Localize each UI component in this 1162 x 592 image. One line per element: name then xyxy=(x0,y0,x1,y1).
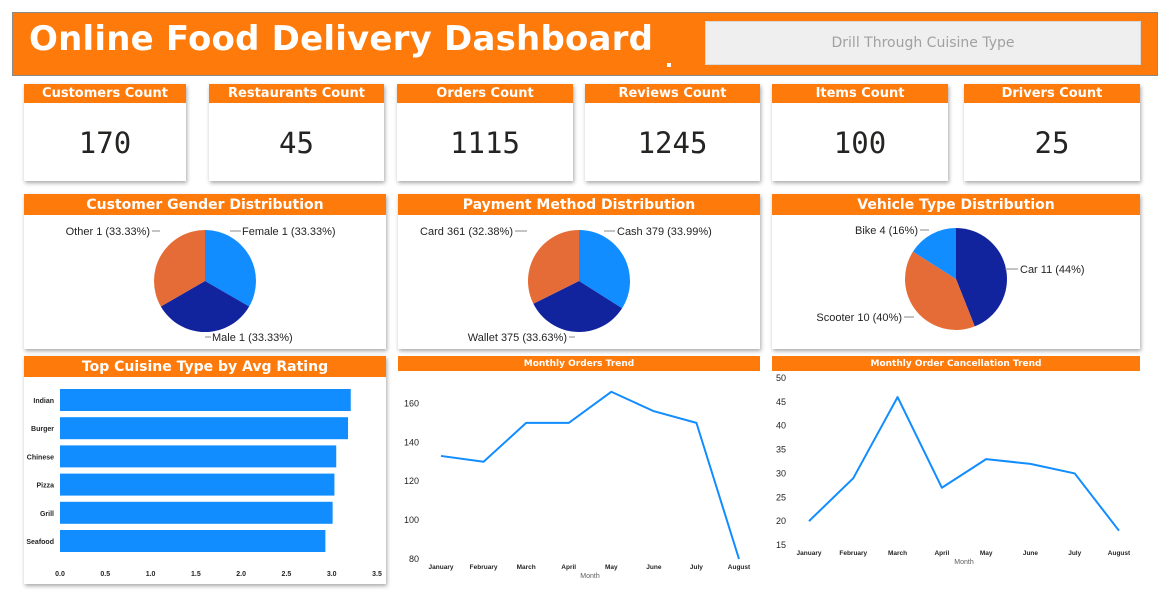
bar-category-label: Grill xyxy=(40,511,54,518)
x-tick-label: July xyxy=(690,564,703,571)
bar-category-label: Pizza xyxy=(36,483,54,490)
kpi-card-orders[interactable]: Orders Count 1115 xyxy=(397,84,573,181)
drill-through-button[interactable]: Drill Through Cuisine Type xyxy=(705,21,1141,65)
bar-chart-svg: Indian Burger Chinese Pizza Grill Seafood 0.0 0… xyxy=(26,389,382,578)
x-tick-label: 0.5 xyxy=(100,571,110,578)
dashboard-root: Online Food Delivery Dashboard Drill Thr… xyxy=(0,0,1162,592)
bar-category-label: Seafood xyxy=(26,539,54,546)
bar-category-label: Indian xyxy=(33,398,54,405)
y-tick-label: 80 xyxy=(409,554,419,564)
y-tick-label: 120 xyxy=(404,476,419,486)
y-tick-label: 25 xyxy=(776,492,786,502)
x-tick-label: 1.5 xyxy=(191,571,201,578)
x-axis-title: Month xyxy=(580,573,600,580)
y-tick-label: 15 xyxy=(776,540,786,550)
x-tick-label: 1.0 xyxy=(146,571,156,578)
y-tick-label: 20 xyxy=(776,516,786,526)
bar-category-label: Burger xyxy=(31,426,54,433)
pie-data-label: Male 1 (33.33%) xyxy=(212,332,293,344)
kpi-value: 170 xyxy=(78,126,132,160)
kpi-label: Items Count xyxy=(772,84,948,103)
cancellation-trend-chart[interactable]: Monthly Order Cancellation Trend 15 20 25 3… xyxy=(772,356,1140,584)
kpi-value: 45 xyxy=(279,126,314,160)
kpi-value: 1245 xyxy=(637,126,708,160)
kpi-card-drivers[interactable]: Drivers Count 25 xyxy=(964,84,1140,181)
pie-data-label: Scooter 10 (40%) xyxy=(816,312,902,324)
kpi-label: Orders Count xyxy=(397,84,573,103)
kpi-label: Reviews Count xyxy=(585,84,760,103)
x-tick-label: 3.0 xyxy=(327,571,337,578)
line-chart-svg: 15 20 25 30 35 40 45 50 January February March Apri… xyxy=(776,373,1131,566)
kpi-value: 1115 xyxy=(450,126,520,160)
x-tick-label: June xyxy=(646,564,662,571)
x-tick-label: January xyxy=(429,564,454,571)
vehicle-distribution-chart[interactable]: Vehicle Type Distribution Car 11 (44%) Sc… xyxy=(772,194,1140,349)
x-tick-label: August xyxy=(1108,550,1131,557)
x-tick-label: March xyxy=(517,564,536,571)
pie-data-label: Cash 379 (33.99%) xyxy=(617,226,712,238)
x-axis-title: Month xyxy=(954,559,974,566)
x-tick-label: 3.5 xyxy=(372,571,382,578)
kpi-value: 25 xyxy=(1034,126,1070,160)
kpi-card-customers[interactable]: Customers Count 170 xyxy=(24,84,186,181)
orders-trend-chart[interactable]: Monthly Orders Trend 80 100 120 140 160 Janua… xyxy=(398,356,760,584)
series-line xyxy=(808,396,1120,532)
header-banner: Online Food Delivery Dashboard Drill Thr… xyxy=(12,12,1158,76)
kpi-label: Drivers Count xyxy=(964,84,1140,103)
pie-data-label: Car 11 (44%) xyxy=(1020,264,1085,276)
pie-chart-svg: Cash 379 (33.99%) Wallet 375 (33.63%) Card… xyxy=(420,226,712,344)
kpi-card-items[interactable]: Items Count 100 xyxy=(772,84,948,181)
cuisine-rating-chart[interactable]: Top Cuisine Type by Avg Rating Indian Bur… xyxy=(24,356,386,584)
x-tick-label: 2.5 xyxy=(282,571,292,578)
pie-data-label: Bike 4 (16%) xyxy=(855,225,918,237)
kpi-card-reviews[interactable]: Reviews Count 1245 xyxy=(585,84,760,181)
pie-data-label: Wallet 375 (33.63%) xyxy=(468,332,567,344)
pie-data-label: Other 1 (33.33%) xyxy=(66,226,150,238)
bar-grill xyxy=(60,501,333,524)
x-tick-label: February xyxy=(839,550,867,557)
y-tick-label: 160 xyxy=(404,398,419,408)
x-tick-label: February xyxy=(470,564,498,571)
x-tick-label: June xyxy=(1023,550,1039,557)
page-title: Online Food Delivery Dashboard xyxy=(29,19,654,59)
pie-data-label: Card 361 (32.38%) xyxy=(420,226,513,238)
kpi-label: Restaurants Count xyxy=(209,84,384,103)
y-tick-label: 140 xyxy=(404,437,419,447)
bar-burger xyxy=(60,417,349,440)
kpi-card-restaurants[interactable]: Restaurants Count 45 xyxy=(209,84,384,181)
x-tick-label: March xyxy=(888,550,907,557)
x-tick-label: May xyxy=(980,550,993,557)
pie-chart-svg: Car 11 (44%) Scooter 10 (40%) Bike 4 (16%) xyxy=(816,225,1085,330)
y-tick-label: 35 xyxy=(776,445,786,455)
kpi-value: 100 xyxy=(833,126,887,160)
kpi-label: Customers Count xyxy=(24,84,186,103)
x-tick-label: 2.0 xyxy=(236,571,246,578)
x-tick-label: January xyxy=(797,550,822,557)
y-tick-label: 50 xyxy=(776,373,786,383)
bar-chinese xyxy=(60,445,337,468)
pie-chart-svg: Female 1 (33.33%) Male 1 (33.33%) Other 1 … xyxy=(66,226,336,344)
x-tick-label: May xyxy=(605,564,618,571)
y-tick-label: 100 xyxy=(404,515,419,525)
bar-category-label: Chinese xyxy=(27,454,54,461)
line-chart-svg: 80 100 120 140 160 January February March April M… xyxy=(404,390,751,580)
y-tick-label: 30 xyxy=(776,468,786,478)
x-tick-label: April xyxy=(561,564,576,571)
x-tick-label: August xyxy=(728,564,751,571)
y-tick-label: 40 xyxy=(776,421,786,431)
x-tick-label: 0.0 xyxy=(55,571,65,578)
payment-distribution-chart[interactable]: Payment Method Distribution Cash 379 (33… xyxy=(398,194,760,349)
bar-seafood xyxy=(60,530,326,552)
gender-distribution-chart[interactable]: Customer Gender Distribution Female 1 (3… xyxy=(24,194,386,349)
selection-handle xyxy=(667,63,671,67)
bar-pizza xyxy=(60,473,335,496)
x-tick-label: July xyxy=(1068,550,1081,557)
x-tick-label: April xyxy=(934,550,949,557)
pie-data-label: Female 1 (33.33%) xyxy=(242,226,336,238)
series-line xyxy=(440,390,740,560)
y-tick-label: 45 xyxy=(776,397,786,407)
bar-indian xyxy=(60,389,351,411)
